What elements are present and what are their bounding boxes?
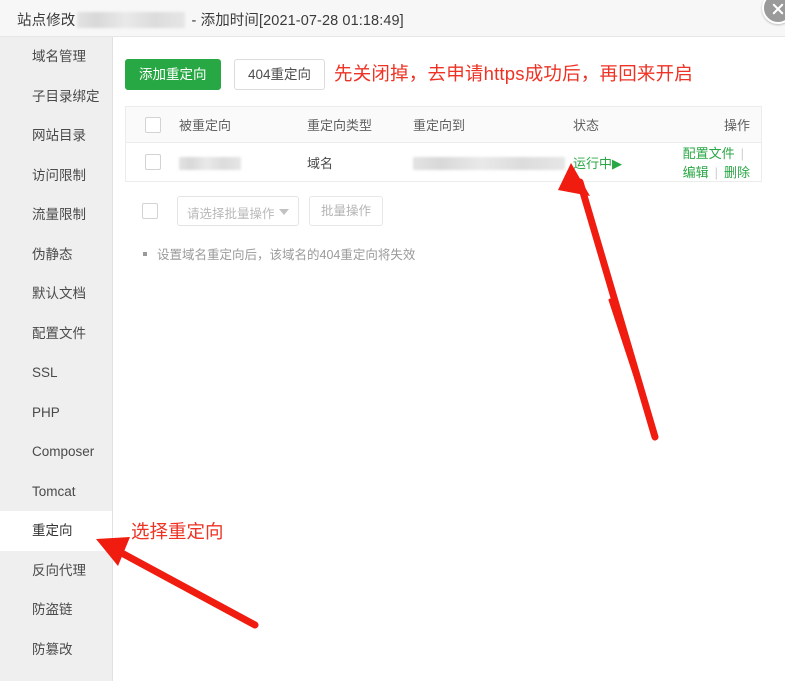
sidebar-item-config-file[interactable]: 配置文件 — [0, 314, 112, 354]
sidebar-item-subdir-binding[interactable]: 子目录绑定 — [0, 77, 112, 117]
sidebar-item-default-document[interactable]: 默认文档 — [0, 274, 112, 314]
sidebar-item-php[interactable]: PHP — [0, 393, 112, 433]
sidebar: 域名管理 子目录绑定 网站目录 访问限制 流量限制 伪静态 默认文档 配置文件 … — [0, 37, 113, 681]
cell-status: 运行中▶ — [573, 153, 673, 172]
hint-note-text: 设置域名重定向后，该域名的404重定向将失效 — [157, 248, 416, 262]
batch-operation-select[interactable]: 请选择批量操作 — [177, 196, 299, 226]
window-title-suffix: - 添加时间[2021-07-28 01:18:49] — [187, 13, 404, 29]
chevron-down-icon — [279, 209, 289, 215]
sidebar-item-reverse-proxy[interactable]: 反向代理 — [0, 551, 112, 591]
status-label: 运行中 — [573, 155, 613, 171]
redacted-from-domain — [179, 156, 241, 170]
cell-type: 域名 — [307, 155, 334, 171]
bullet-icon — [143, 252, 147, 256]
header-select-all-cell — [126, 116, 179, 133]
column-header-type: 重定向类型 — [307, 118, 373, 133]
sidebar-item-rewrite[interactable]: 伪静态 — [0, 235, 112, 275]
sidebar-item-site-directory[interactable]: 网站目录 — [0, 116, 112, 156]
close-icon[interactable] — [762, 0, 785, 24]
redacted-site-name — [77, 12, 186, 28]
play-triangle-icon[interactable]: ▶ — [612, 156, 622, 171]
window-titlebar: 站点修改 - 添加时间[2021-07-28 01:18:49] — [0, 0, 785, 37]
main-content: 添加重定向 404重定向 先关闭掉，去申请https成功后，再回来开启 被重定向… — [113, 37, 785, 681]
column-header-status: 状态 — [573, 118, 600, 133]
batch-select-all-checkbox[interactable] — [142, 203, 158, 219]
redirect-table: 被重定向 重定向类型 重定向到 状态 操作 域名 运行中▶ 配置文件 |编辑 |… — [125, 106, 762, 182]
op-separator-2: | — [714, 165, 718, 180]
column-header-to: 重定向到 — [413, 118, 466, 133]
window-title: 站点修改 - 添加时间[2021-07-28 01:18:49] — [17, 9, 404, 30]
toolbar: 添加重定向 404重定向 先关闭掉，去申请https成功后，再回来开启 — [125, 59, 765, 93]
hint-note: 设置域名重定向后，该域名的404重定向将失效 — [125, 244, 765, 263]
status-badge: 运行中▶ — [573, 156, 622, 171]
cell-operations: 配置文件 | 编辑 | 删除 — [673, 143, 761, 181]
column-header-from: 被重定向 — [179, 118, 232, 133]
select-all-checkbox[interactable] — [144, 116, 161, 133]
window-title-prefix: 站点修改 — [17, 13, 76, 29]
sidebar-item-redirect[interactable]: 重定向 — [0, 511, 112, 551]
batch-operation-select-placeholder: 请选择批量操作 — [187, 207, 275, 221]
table-row: 域名 运行中▶ 配置文件 | 编辑 | 删除 — [126, 143, 761, 182]
op-separator-1: | — [740, 146, 744, 161]
sidebar-item-ssl[interactable]: SSL — [0, 353, 112, 393]
sidebar-item-access-restriction[interactable]: 访问限制 — [0, 156, 112, 196]
add-redirect-button[interactable]: 添加重定向 — [125, 59, 221, 90]
annotation-top-text: 先关闭掉，去申请https成功后，再回来开启 — [334, 63, 694, 84]
sidebar-item-composer[interactable]: Composer — [0, 432, 112, 472]
op-edit-link[interactable]: 编辑 — [683, 165, 709, 180]
column-header-ops: 操作 — [723, 118, 750, 133]
row-checkbox[interactable] — [144, 154, 161, 170]
cell-to — [413, 155, 573, 170]
row-select-cell — [126, 154, 179, 170]
table-header-row: 被重定向 重定向类型 重定向到 状态 操作 — [126, 107, 761, 143]
batch-operation-button[interactable]: 批量操作 — [309, 196, 384, 226]
sidebar-item-anti-leech[interactable]: 防盗链 — [0, 590, 112, 630]
redacted-to-domain — [413, 156, 565, 170]
redirect-404-button[interactable]: 404重定向 — [233, 59, 325, 90]
app-window: 站点修改 - 添加时间[2021-07-28 01:18:49] 域名管理 子目… — [0, 0, 785, 681]
sidebar-item-tomcat[interactable]: Tomcat — [0, 472, 112, 512]
op-config-file-link[interactable]: 配置文件 — [683, 146, 735, 161]
sidebar-item-traffic-limit[interactable]: 流量限制 — [0, 195, 112, 235]
sidebar-item-domain-management[interactable]: 域名管理 — [0, 37, 112, 77]
batch-operation-row: 请选择批量操作 批量操作 — [125, 194, 765, 228]
op-delete-link[interactable]: 删除 — [724, 165, 750, 180]
sidebar-item-anti-tamper[interactable]: 防篡改 — [0, 630, 112, 670]
cell-from — [179, 155, 307, 170]
